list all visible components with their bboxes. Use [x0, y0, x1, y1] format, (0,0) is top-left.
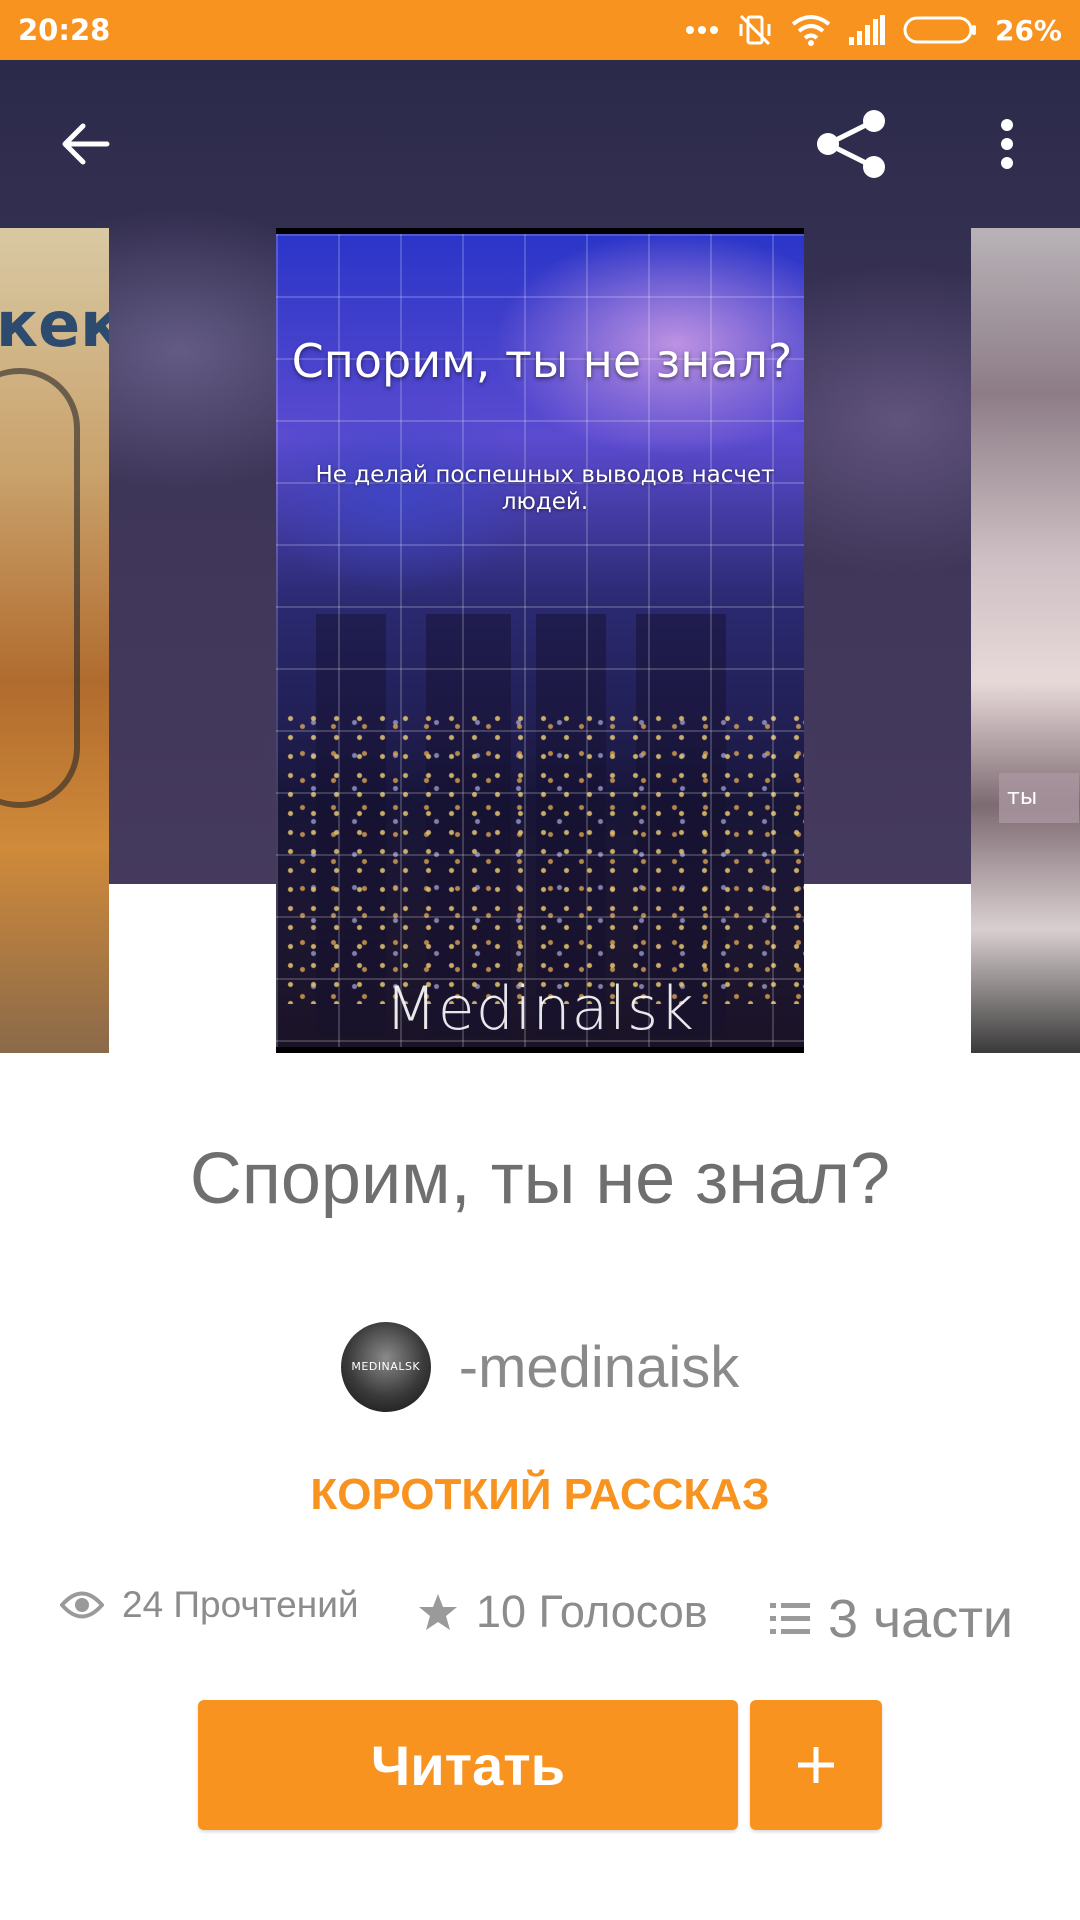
star-icon — [419, 1594, 457, 1630]
reads-count: 24 Прочтений — [122, 1584, 359, 1625]
story-cover[interactable]: Спорим, ты не знал? Не делай поспешных в… — [276, 228, 804, 1053]
status-time: 20:28 — [18, 13, 111, 47]
back-button[interactable] — [40, 99, 130, 189]
next-story-cover[interactable]: ты — [971, 228, 1080, 1053]
plus-icon — [798, 1747, 834, 1783]
previous-story-cover[interactable]: кек — [0, 228, 109, 1053]
battery-percent: 26% — [994, 13, 1062, 47]
cover-subtitle: Не делай поспешных выводов насчет людей. — [315, 462, 775, 515]
add-to-library-button[interactable] — [750, 1700, 882, 1830]
votes-stat: 10 Голосов — [418, 1586, 708, 1638]
share-button[interactable] — [806, 99, 896, 189]
avatar[interactable]: MEDINALSK — [340, 1322, 431, 1412]
status-bar: 20:28 26% — [0, 0, 1080, 60]
parts-count: 3 части — [828, 1589, 1014, 1649]
avatar-text: MEDINALSK — [351, 1360, 421, 1373]
reads-stat: 24 Прочтений — [60, 1584, 359, 1626]
left-cover-art — [0, 368, 80, 808]
author-name-link[interactable]: -medinaisk — [459, 1334, 739, 1401]
wifi-icon — [791, 14, 831, 46]
story-title: Спорим, ты не знал? — [189, 1139, 891, 1219]
more-dots-icon — [685, 25, 719, 35]
share-icon — [817, 110, 885, 178]
cover-title: Спорим, ты не знал? — [291, 334, 793, 388]
parts-stat: 3 части — [770, 1588, 1013, 1650]
read-button[interactable]: Читать — [198, 1700, 738, 1830]
signal-icon — [848, 15, 885, 45]
battery-icon — [903, 15, 977, 45]
right-cover-tag: ты — [999, 773, 1079, 823]
votes-count: 10 Голосов — [476, 1586, 708, 1637]
list-icon — [770, 1603, 810, 1634]
status-icons: 26% — [685, 12, 1062, 48]
author-row: MEDINALSK -medinaisk — [0, 1322, 1080, 1412]
genre-label[interactable]: КОРОТКИЙ РАССКАЗ — [0, 1470, 1080, 1520]
cover-author: Medinalsk — [385, 974, 695, 1044]
more-options-button[interactable] — [962, 99, 1052, 189]
arrow-left-icon — [62, 123, 110, 165]
left-cover-title: кек — [0, 288, 109, 361]
story-stats: 24 Прочтений 10 Голосов 3 части — [0, 1576, 1080, 1656]
more-vertical-icon — [1001, 119, 1013, 169]
vibrate-off-icon — [737, 12, 773, 48]
eye-icon — [60, 1591, 104, 1619]
